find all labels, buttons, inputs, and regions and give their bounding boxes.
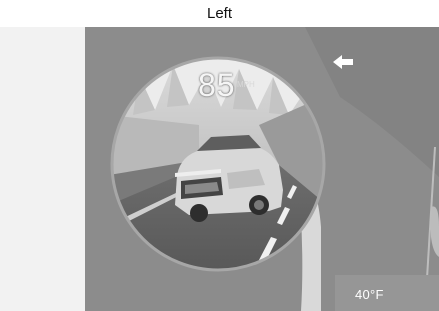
arrow-left-icon [333, 55, 353, 69]
speed-unit: MPH [237, 80, 255, 89]
left-panel [0, 27, 85, 311]
temperature-panel [335, 275, 439, 311]
cluster-display: 85 MPH 40°F [85, 27, 439, 311]
view-caption: Left [206, 5, 233, 22]
speed-readout: 85 [198, 67, 236, 103]
outside-temperature: 40°F [355, 287, 384, 302]
